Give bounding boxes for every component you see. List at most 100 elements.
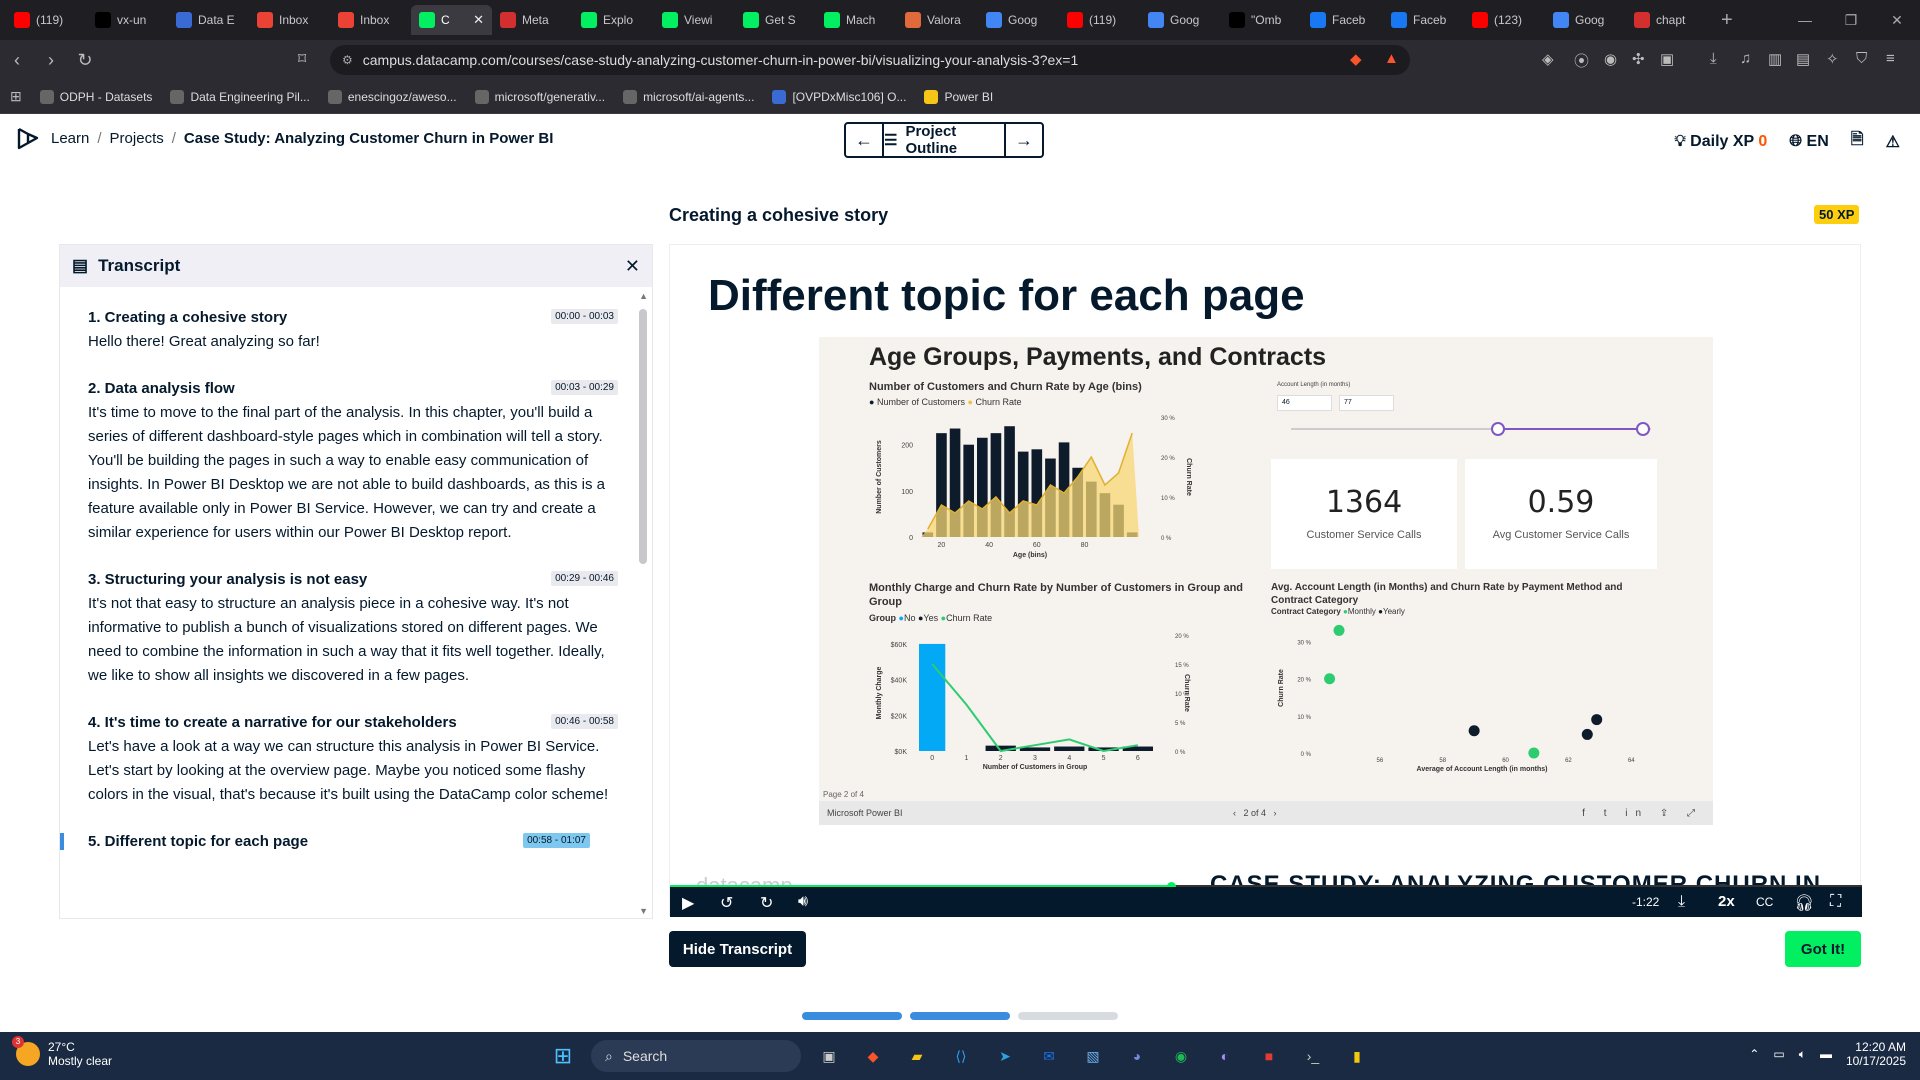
slicer-min-input[interactable]: 46 <box>1277 395 1332 411</box>
bookmark-item[interactable]: enescingoz/aweso... <box>327 89 457 104</box>
puzzle-icon[interactable]: ✣ <box>1632 50 1645 68</box>
browser-tab[interactable]: (119) <box>1059 5 1140 35</box>
camera-icon[interactable]: ◉ <box>1604 50 1617 68</box>
bookmark-item[interactable]: ODPH - Datasets <box>39 89 152 104</box>
got-it-button[interactable]: Got It! <box>1785 931 1861 967</box>
breadcrumb-projects[interactable]: Projects <box>110 130 164 147</box>
bookmark-item[interactable]: Data Engineering Pil... <box>170 89 310 104</box>
transcript-segment[interactable]: 4. It's time to create a narrative for o… <box>88 714 618 807</box>
play-icon[interactable]: ▶ <box>682 893 694 913</box>
telegram-icon[interactable]: ➤ <box>989 1040 1021 1072</box>
back-icon[interactable]: ‹ <box>0 50 34 71</box>
transcript-body[interactable]: 1. Creating a cohesive story 00:00 - 00:0… <box>60 287 640 918</box>
next-exercise-button[interactable]: → <box>1006 124 1042 156</box>
extension-icon[interactable]: ◈ <box>1542 50 1554 68</box>
daily-xp[interactable]: 💡︎ Daily XP 0 <box>1675 133 1768 151</box>
slicer-min-handle[interactable] <box>1491 422 1505 436</box>
vpn-icon[interactable]: ⛉ <box>1856 50 1867 67</box>
account-length-slicer[interactable]: Account Length (in months) 46 77 <box>1271 377 1657 453</box>
exercise-progress-step[interactable] <box>1018 1012 1118 1020</box>
breadcrumb-learn[interactable]: Learn <box>51 130 89 147</box>
segment-timestamp[interactable]: 00:46 - 00:58 <box>551 714 618 729</box>
new-tab-icon[interactable]: + <box>1721 9 1733 32</box>
video-player[interactable]: Different topic for each page Age Groups… <box>669 244 1862 917</box>
site-info-icon[interactable]: ⚙ <box>342 53 353 67</box>
audio-only-icon[interactable]: 🎧︎ <box>1794 893 1814 913</box>
clock[interactable]: 12:20 AM 10/17/2025 <box>1846 1040 1906 1068</box>
brave-rewards-icon[interactable]: ▲ <box>1384 50 1399 67</box>
hide-transcript-button[interactable]: Hide Transcript <box>669 931 806 967</box>
browser-tab[interactable]: Valora <box>897 5 978 35</box>
project-outline-button[interactable]: ☰ Project Outline <box>882 124 1006 156</box>
fullscreen-icon[interactable]: ⛶ <box>1830 893 1841 911</box>
slicer-max-handle[interactable] <box>1636 422 1650 436</box>
playback-speed[interactable]: 2x <box>1718 893 1735 910</box>
scroll-up-icon[interactable]: ▲ <box>639 291 648 301</box>
discord-icon[interactable]: ◕ <box>1121 1040 1153 1072</box>
brave-icon[interactable]: ◆ <box>857 1040 889 1072</box>
bookmark-item[interactable]: Power BI <box>924 89 993 104</box>
screenshot-icon[interactable]: ▣ <box>1660 50 1674 68</box>
report-pager[interactable]: ‹ 2 of 4 › <box>1233 808 1277 818</box>
segment-timestamp[interactable]: 00:00 - 00:03 <box>551 309 618 324</box>
browser-tab[interactable]: Goog <box>1140 5 1221 35</box>
breadcrumb-course[interactable]: Case Study: Analyzing Customer Churn in … <box>184 130 554 147</box>
browser-tab[interactable]: C ✕ <box>411 5 492 35</box>
maximize-icon[interactable]: ❐ <box>1828 0 1874 40</box>
tray-chevron-icon[interactable]: ⌃ <box>1749 1047 1759 1061</box>
bookmark-item[interactable]: microsoft/ai-agents... <box>623 89 754 104</box>
share-icons[interactable]: f t in ⇪ ⤢ <box>1582 808 1703 819</box>
browser-tab[interactable]: Inbox <box>249 5 330 35</box>
bookmark-star-icon[interactable]: ⌑ <box>298 49 306 69</box>
windows-start-icon[interactable]: ⊞ <box>547 1040 579 1072</box>
segment-timestamp[interactable]: 00:58 - 01:07 <box>523 833 590 848</box>
reload-icon[interactable]: ↻ <box>68 50 102 71</box>
exercise-progress-step[interactable] <box>802 1012 902 1020</box>
browser-tab[interactable]: Inbox <box>330 5 411 35</box>
slides-icon[interactable]: 🗎 <box>1851 128 1864 155</box>
powerbi-icon[interactable]: ▮ <box>1341 1040 1373 1072</box>
browser-tab[interactable]: Viewi <box>654 5 735 35</box>
captions-icon[interactable]: CC <box>1756 895 1773 909</box>
music-icon[interactable]: ♫ <box>1740 50 1751 67</box>
browser-tab[interactable]: Get S <box>735 5 816 35</box>
browser-tab[interactable]: Mach <box>816 5 897 35</box>
menu-icon[interactable]: ≡ <box>1886 50 1895 67</box>
browser-tab[interactable]: (119) <box>6 5 87 35</box>
report-issue-icon[interactable]: ⚠ <box>1886 132 1900 152</box>
browser-tab[interactable]: Meta <box>492 5 573 35</box>
browser-tab[interactable]: Explo <box>573 5 654 35</box>
browser-tab[interactable]: (123) <box>1464 5 1545 35</box>
slicer-max-input[interactable]: 77 <box>1339 395 1394 411</box>
transcript-segment[interactable]: 1. Creating a cohesive story 00:00 - 00:0… <box>88 309 618 354</box>
transcript-segment[interactable]: 2. Data analysis flow 00:03 - 00:29 It's t… <box>88 380 618 545</box>
network-icon[interactable]: ▭ <box>1773 1047 1784 1061</box>
app-red-icon[interactable]: ■ <box>1253 1040 1285 1072</box>
browser-tab[interactable]: Faceb <box>1302 5 1383 35</box>
minimize-icon[interactable]: — <box>1782 0 1828 40</box>
bookmark-item[interactable]: microsoft/generativ... <box>474 89 605 104</box>
segment-timestamp[interactable]: 00:03 - 00:29 <box>551 380 618 395</box>
translate-icon[interactable]: ⦿ <box>1574 50 1589 71</box>
browser-tab[interactable]: "Omb <box>1221 5 1302 35</box>
photos-icon[interactable]: ▧ <box>1077 1040 1109 1072</box>
browser-tab[interactable]: vx-un <box>87 5 168 35</box>
vscode-icon[interactable]: ⟨⟩ <box>945 1040 977 1072</box>
github-desktop-icon[interactable]: ◐ <box>1209 1040 1241 1072</box>
close-window-icon[interactable]: ✕ <box>1874 0 1920 40</box>
browser-tab[interactable]: Data E <box>168 5 249 35</box>
download-video-icon[interactable]: ⤓ <box>1678 893 1685 911</box>
battery-icon[interactable]: ▬ <box>1820 1047 1832 1061</box>
transcript-segment[interactable]: 3. Structuring your analysis is not easy… <box>88 571 618 688</box>
browser-tab[interactable]: chapt <box>1626 5 1707 35</box>
outlook-icon[interactable]: ✉ <box>1033 1040 1065 1072</box>
forward-icon[interactable]: › <box>34 50 68 71</box>
spotify-icon[interactable]: ◉ <box>1165 1040 1197 1072</box>
volume-icon[interactable]: 🔊︎ <box>798 893 808 911</box>
bookmark-item[interactable]: [OVPDxMisc106] O... <box>772 89 906 104</box>
volume-tray-icon[interactable]: 🔈︎ <box>1799 1047 1806 1062</box>
apps-grid-icon[interactable]: ⊞ <box>10 88 22 105</box>
taskbar-search[interactable]: ⌕ Search <box>591 1040 801 1072</box>
weather-widget[interactable]: 3 27°C Mostly clear <box>12 1036 112 1068</box>
url-field[interactable]: ⚙ campus.datacamp.com/courses/case-study… <box>330 45 1410 75</box>
